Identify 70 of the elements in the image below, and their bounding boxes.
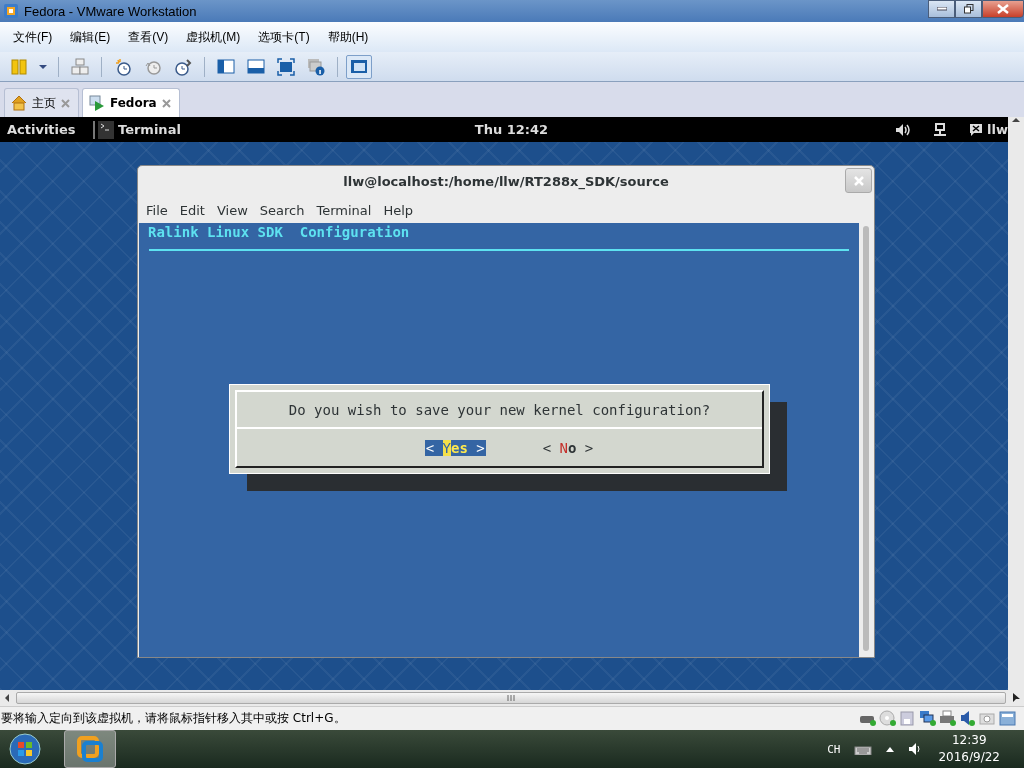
tab[interactable]: 主页 [4,88,79,117]
clock[interactable]: Thu 12:42 [474,122,549,137]
minimize-icon [936,7,947,11]
speaker-icon[interactable] [895,122,912,137]
status-message: 要将输入定向到该虚拟机，请将鼠标指针移入其中或按 Ctrl+G。 [1,710,346,727]
message-log-icon[interactable] [999,710,1016,727]
menu-item[interactable]: 帮助(H) [318,28,378,46]
restore-icon [963,4,974,14]
close-icon[interactable] [161,98,171,108]
menu-item[interactable]: 选项卡(T) [249,28,319,46]
info-icon [307,57,325,76]
menu-item[interactable]: Search [253,202,311,218]
cursor-icon [1012,693,1020,703]
user-menu[interactable]: llw [987,122,1008,137]
vm-play-icon [89,95,105,111]
toolbar-button[interactable] [346,54,372,79]
squares-logo-icon [77,736,103,762]
up-arrow-icon [1012,117,1020,123]
clock-wrench-icon [174,57,192,76]
terminal-icon [98,120,114,139]
sidebar-icon [217,57,235,76]
dialog-question: Do you wish to save your new kernel configuration? [237,392,762,429]
left-arrow-icon [4,694,10,702]
tab-label: Fedora [110,96,157,110]
app-menu[interactable]: Terminal [118,122,181,137]
language-indicator[interactable]: CH [827,742,841,756]
window-title: Fedora - VMware Workstation [24,3,197,19]
keyboard-icon[interactable] [854,743,873,755]
network-icon[interactable] [933,122,948,137]
menu-item[interactable]: View [210,202,254,218]
clock-date[interactable]: 2016/9/22 [938,749,1000,766]
clock-time[interactable]: 12:39 [951,732,987,749]
activities-button[interactable]: Activities [7,122,93,137]
menu-item[interactable]: 虚拟机(M) [177,28,250,46]
menu-item[interactable]: 文件(F) [4,28,62,46]
pause-icon [10,57,28,76]
bottom-bar-icon [247,57,265,76]
fullscreen-icon [277,57,295,76]
tab-label: 主页 [32,94,56,112]
stacked-boxes-icon [71,57,89,76]
monitors-icon[interactable] [919,710,936,727]
close-button[interactable] [982,0,1024,18]
close-icon [997,4,1009,14]
restore-button[interactable] [955,0,982,18]
menu-item[interactable]: Help [377,202,420,218]
printer-icon[interactable] [939,710,956,727]
config-header: Ralink Linux SDK Configuration [147,223,411,241]
scrollbar[interactable] [1008,117,1024,690]
dialog-button[interactable]: < No > [541,439,595,456]
app-icon [3,3,19,19]
menu-item[interactable]: File [140,202,174,218]
house-icon [11,95,27,111]
camera-icon[interactable] [979,710,996,727]
menu-item[interactable]: Terminal [310,202,378,218]
menu-item[interactable]: Edit [173,202,211,218]
grip-icon [507,695,515,701]
caret-icon[interactable] [886,746,895,752]
terminal-title: llw@localhost:/home/llw/RT288x_SDK/source [343,174,669,189]
console-view-icon [350,57,368,76]
tab[interactable]: Fedora [82,88,180,117]
scrollbar[interactable] [0,690,1024,706]
minimize-button[interactable] [928,0,955,18]
caret-icon [38,63,48,70]
menu-item[interactable]: 查看(V) [119,28,178,46]
start-button[interactable] [9,733,41,765]
disc-icon[interactable] [879,710,896,727]
menu-item[interactable]: 编辑(E) [61,28,120,46]
clock-icon [114,57,132,76]
close-icon [853,175,864,186]
chat-icon[interactable] [969,123,984,136]
